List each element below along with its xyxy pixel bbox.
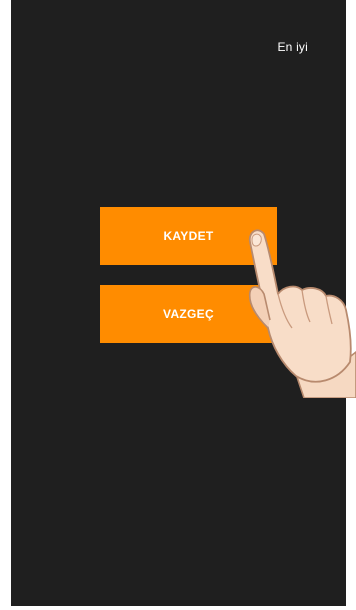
cancel-button[interactable]: VAZGEÇ: [100, 285, 277, 343]
app-screen: En iyi KAYDET VAZGEÇ: [11, 0, 346, 606]
save-button[interactable]: KAYDET: [100, 207, 277, 265]
quality-label[interactable]: En iyi: [277, 40, 308, 54]
